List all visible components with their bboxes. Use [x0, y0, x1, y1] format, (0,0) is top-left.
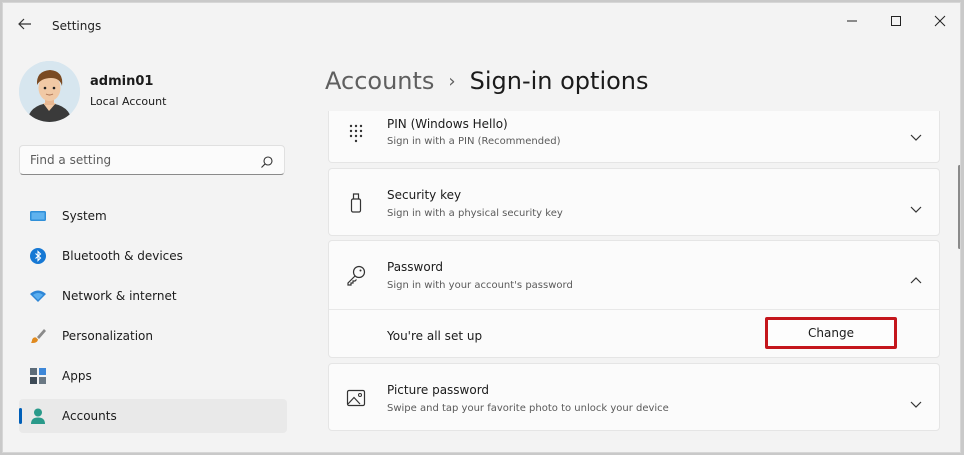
- sidebar-item-label: Accounts: [62, 409, 117, 423]
- change-password-button[interactable]: Change: [765, 317, 897, 349]
- breadcrumb: Accounts › Sign-in options: [325, 61, 649, 101]
- maximize-icon[interactable]: [878, 9, 914, 33]
- breadcrumb-separator: ›: [448, 70, 456, 92]
- brush-icon: [29, 327, 47, 345]
- option-subtitle: Sign in with a PIN (Recommended): [387, 136, 561, 147]
- usb-key-icon: [345, 192, 367, 214]
- settings-window: Settings admin01 Local Account Find a se…: [2, 2, 961, 453]
- sidebar-item-accounts[interactable]: Accounts: [19, 399, 287, 433]
- card-divider: [329, 309, 939, 310]
- avatar[interactable]: [19, 61, 80, 122]
- sidebar-item-bluetooth[interactable]: Bluetooth & devices: [19, 239, 287, 273]
- sidebar-item-label: Bluetooth & devices: [62, 249, 183, 263]
- option-subtitle: Sign in with your account's password: [387, 280, 573, 291]
- title-bar: Settings: [3, 3, 960, 43]
- chevron-down-icon[interactable]: [909, 394, 923, 408]
- password-status: You're all set up: [387, 329, 483, 343]
- chevron-down-icon[interactable]: [909, 127, 923, 141]
- search-input[interactable]: [30, 153, 250, 167]
- system-icon: [29, 207, 47, 225]
- app-title: Settings: [52, 19, 102, 33]
- breadcrumb-parent[interactable]: Accounts: [325, 67, 434, 95]
- chevron-up-icon[interactable]: [909, 271, 923, 284]
- scrollbar-thumb[interactable]: [958, 165, 960, 249]
- search-box[interactable]: [19, 145, 285, 175]
- sidebar-item-label: System: [62, 209, 107, 223]
- option-card-security-key[interactable]: Security key Sign in with a physical sec…: [328, 168, 940, 236]
- page-title: Sign-in options: [469, 67, 649, 95]
- option-title: Password: [387, 260, 444, 274]
- sidebar-item-personalization[interactable]: Personalization: [19, 319, 287, 353]
- sidebar-item-network[interactable]: Network & internet: [19, 279, 287, 313]
- sidebar-item-label: Apps: [62, 369, 92, 383]
- option-title: Picture password: [387, 383, 490, 397]
- option-card-password[interactable]: Password Sign in with your account's pas…: [328, 240, 940, 358]
- close-icon[interactable]: [922, 9, 958, 33]
- minimize-icon[interactable]: [834, 9, 870, 33]
- chevron-down-icon[interactable]: [909, 199, 923, 213]
- option-subtitle: Sign in with a physical security key: [387, 208, 563, 219]
- option-subtitle: Swipe and tap your favorite photo to unl…: [387, 403, 669, 414]
- sidebar-item-label: Personalization: [62, 329, 153, 343]
- bluetooth-icon: [29, 247, 47, 265]
- accounts-icon: [29, 407, 47, 425]
- sidebar-item-apps[interactable]: Apps: [19, 359, 287, 393]
- key-icon: [345, 264, 367, 286]
- back-arrow-icon[interactable]: [13, 13, 37, 35]
- keypad-icon: [345, 123, 367, 145]
- option-title: Security key: [387, 188, 462, 202]
- option-title: PIN (Windows Hello): [387, 117, 508, 131]
- network-icon: [29, 287, 47, 305]
- account-type: Local Account: [90, 95, 167, 108]
- picture-icon: [345, 387, 367, 409]
- sidebar-item-label: Network & internet: [62, 289, 177, 303]
- option-card-pin[interactable]: PIN (Windows Hello) Sign in with a PIN (…: [328, 111, 940, 163]
- search-icon[interactable]: [260, 154, 274, 168]
- option-card-picture-password[interactable]: Picture password Swipe and tap your favo…: [328, 363, 940, 431]
- sidebar-item-system[interactable]: System: [19, 199, 287, 233]
- apps-icon: [29, 367, 47, 385]
- user-name: admin01: [90, 74, 154, 89]
